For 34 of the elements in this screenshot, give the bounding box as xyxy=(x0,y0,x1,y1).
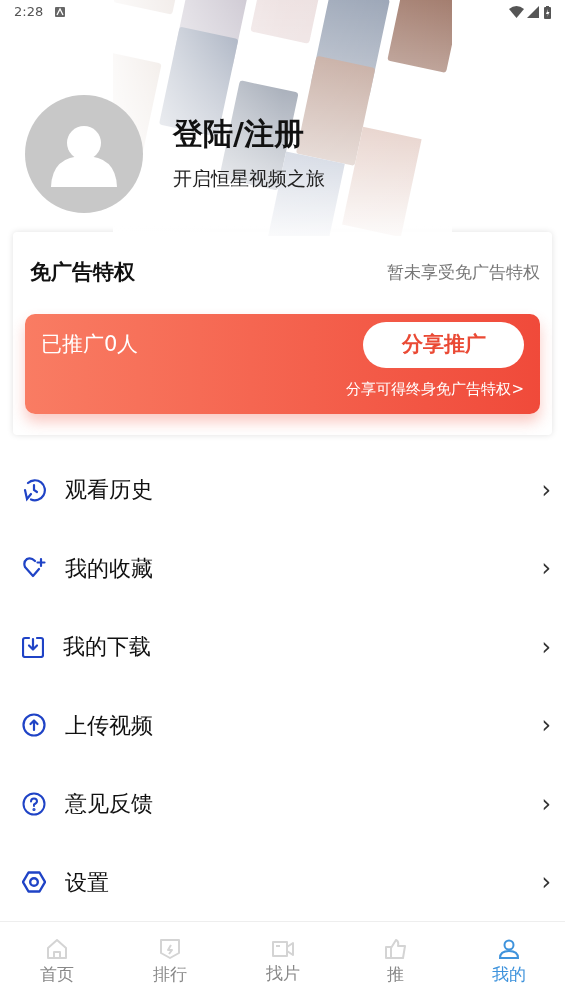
menu-item[interactable]: 上传视频 › xyxy=(0,685,565,765)
help-icon xyxy=(22,791,46,816)
signal-icon xyxy=(527,6,539,18)
promoted-count: 已推广0人 xyxy=(41,331,139,359)
menu-item[interactable]: 观看历史 › xyxy=(0,450,565,529)
nav-tab[interactable]: 推 xyxy=(339,922,452,1004)
nav-tab[interactable]: 首页 xyxy=(0,922,113,1004)
nav-tab[interactable]: 排行 xyxy=(113,922,226,1004)
profile-subtitle: 开启恒星视频之旅 xyxy=(173,165,325,191)
home-icon xyxy=(45,938,68,959)
share-button[interactable]: 分享推广 xyxy=(363,321,524,368)
nav-tab[interactable]: 找片 xyxy=(226,922,339,1004)
notification-icon xyxy=(55,7,66,17)
wifi-icon xyxy=(509,6,524,18)
thumbs-up-icon xyxy=(384,938,407,959)
status-time: 2:28 xyxy=(14,3,44,22)
menu-item[interactable]: 设置 › xyxy=(0,842,565,922)
history-icon xyxy=(22,477,46,502)
user-icon xyxy=(498,938,519,959)
avatar-icon xyxy=(25,95,143,213)
video-camera-icon xyxy=(271,939,294,958)
menu-item[interactable]: 我的收藏 › xyxy=(0,528,565,608)
login-link[interactable]: 登陆/注册 xyxy=(173,115,325,152)
upload-icon xyxy=(22,713,46,738)
settings-icon xyxy=(22,871,46,894)
menu-item[interactable]: 我的下载 › xyxy=(0,607,565,686)
ad-free-status: 暂未享受免广告特权 xyxy=(387,261,540,285)
battery-icon xyxy=(544,5,551,19)
heart-plus-icon xyxy=(22,557,46,580)
download-icon xyxy=(22,635,44,658)
ranking-badge-icon xyxy=(159,938,180,959)
share-hint: 分享可得终身免广告特权> xyxy=(346,378,524,400)
card-title: 免广告特权 xyxy=(30,259,135,287)
menu-item[interactable]: 意见反馈 › xyxy=(0,764,565,843)
